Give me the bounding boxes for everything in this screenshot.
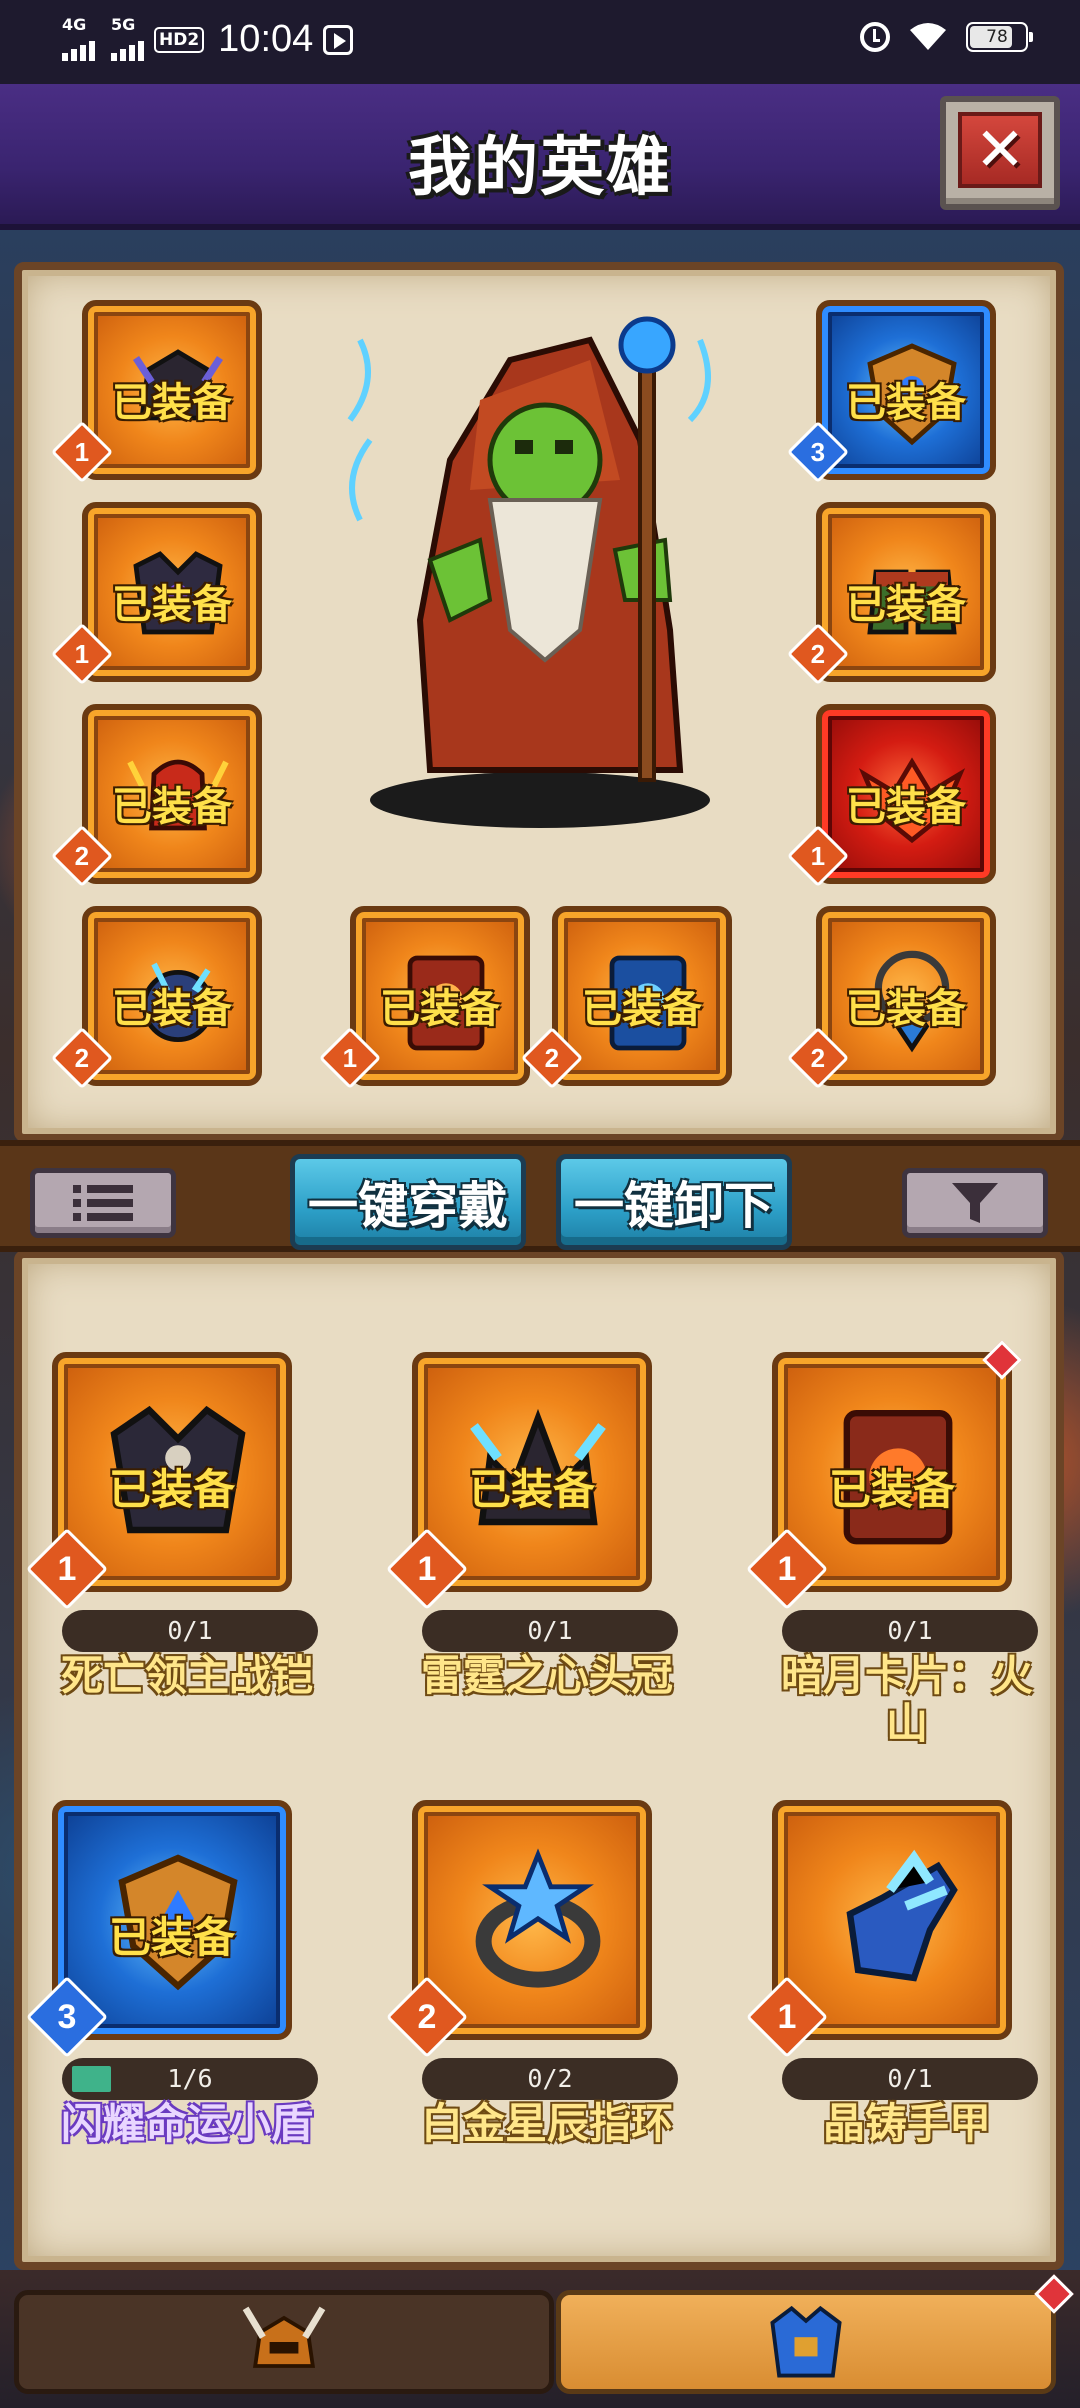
signal-4g-icon: 4G: [62, 15, 95, 61]
wifi-icon: [908, 22, 948, 52]
platinum-star-ring-icon: [458, 1842, 618, 2002]
filter-icon: [952, 1183, 998, 1223]
level-value: 1: [810, 840, 826, 871]
signal-5g-label: 5G: [111, 14, 136, 34]
equipped-label: 已装备: [846, 380, 966, 426]
level-value: 1: [74, 638, 90, 669]
count-value: 0/1: [887, 2064, 933, 2093]
page-title: 我的英雄: [408, 131, 672, 205]
equipped-label: 已装备: [846, 582, 966, 628]
level-value: 1: [57, 1549, 77, 1588]
level-value: 3: [57, 1997, 77, 2036]
list-view-button[interactable]: [30, 1168, 176, 1238]
level-value: 2: [74, 840, 90, 871]
close-icon: ✕: [958, 112, 1042, 188]
equipped-label: 已装备: [828, 1465, 955, 1514]
horned-helmet-icon: [242, 2306, 326, 2368]
unequip-all-button[interactable]: 一键卸下: [556, 1154, 792, 1250]
equipped-label: 已装备: [112, 582, 232, 628]
crystal-gauntlet-icon: [818, 1842, 978, 2002]
item-count: 0/1: [62, 1610, 318, 1652]
equip-all-button[interactable]: 一键穿戴: [290, 1154, 526, 1250]
unequip-all-label: 一键卸下: [574, 1177, 774, 1235]
level-value: 1: [777, 1997, 797, 2036]
equipped-label: 已装备: [846, 784, 966, 830]
item-name: 暗月卡片：火山: [780, 1651, 1033, 1748]
progress-fill: [72, 2066, 111, 2092]
level-value: 1: [342, 1042, 358, 1073]
equipped-label: 已装备: [112, 986, 232, 1032]
status-bar: 4G 5G HD2 10:04 78: [0, 0, 1080, 84]
item-count: 0/1: [782, 2058, 1038, 2100]
filter-button[interactable]: [902, 1168, 1048, 1238]
item-card[interactable]: 1 0/1 晶铸手甲: [745, 1800, 1038, 2220]
equipped-label: 已装备: [112, 380, 232, 426]
item-card[interactable]: 已装备 1 0/1 雷霆之心头冠: [385, 1352, 678, 1772]
level-value: 1: [417, 1549, 437, 1588]
item-card[interactable]: 已装备 1 0/1 死亡领主战铠: [25, 1352, 318, 1772]
count-value: 0/1: [167, 1616, 213, 1645]
item-count: 1/6: [62, 2058, 318, 2100]
action-bar: 一键穿戴 一键卸下: [0, 1140, 1080, 1252]
level-value: 2: [74, 1042, 90, 1073]
level-value: 1: [777, 1549, 797, 1588]
hero-goblin-mage: [340, 300, 730, 840]
media-play-icon: [323, 24, 354, 55]
count-value: 0/1: [527, 1616, 573, 1645]
equipped-label: 已装备: [108, 1465, 235, 1514]
clock: 10:04: [218, 18, 314, 60]
tab-equipment[interactable]: [556, 2290, 1056, 2394]
battery-level: 78: [986, 27, 1008, 47]
count-value: 1/6: [167, 2064, 213, 2093]
item-name: 晶铸手甲: [822, 2099, 991, 2148]
item-count: 0/1: [422, 1610, 678, 1652]
header: 我的英雄 ✕: [0, 84, 1080, 230]
item-card[interactable]: 2 0/2 白金星辰指环: [385, 1800, 678, 2220]
equipped-label: 已装备: [468, 1465, 595, 1514]
battery-icon: 78: [966, 22, 1033, 52]
equip-all-label: 一键穿戴: [308, 1177, 508, 1235]
bottom-tab-bar: [0, 2270, 1080, 2408]
level-value: 2: [810, 638, 826, 669]
status-left: 4G 5G HD2 10:04: [62, 15, 354, 61]
item-name: 闪耀命运小盾: [60, 2099, 313, 2148]
alarm-icon: [860, 22, 890, 52]
hd-badge: HD2: [154, 26, 205, 53]
item-name: 白金星辰指环: [420, 2099, 673, 2148]
equipped-label: 已装备: [112, 784, 232, 830]
item-name: 死亡领主战铠: [60, 1651, 313, 1700]
close-button[interactable]: ✕: [940, 96, 1060, 210]
equipped-label: 已装备: [846, 986, 966, 1032]
signal-5g-icon: 5G: [111, 15, 144, 61]
level-value: 1: [74, 436, 90, 467]
level-value: 2: [544, 1042, 560, 1073]
list-icon: [73, 1185, 133, 1221]
count-value: 0/2: [527, 2064, 573, 2093]
signal-4g-label: 4G: [62, 14, 87, 34]
level-value: 2: [810, 1042, 826, 1073]
tab-heroes[interactable]: [14, 2290, 554, 2394]
item-card[interactable]: 已装备 3 1/6 闪耀命运小盾: [25, 1800, 318, 2220]
level-value: 3: [810, 436, 826, 467]
level-value: 2: [417, 1997, 437, 2036]
armor-icon: [770, 2305, 842, 2378]
equipped-label: 已装备: [380, 986, 500, 1032]
status-right: 78: [860, 22, 1033, 52]
item-card[interactable]: 已装备 1 0/1 暗月卡片：火山: [745, 1340, 1038, 1772]
item-count: 0/1: [782, 1610, 1038, 1652]
equipped-label: 已装备: [108, 1913, 235, 1962]
item-count: 0/2: [422, 2058, 678, 2100]
count-value: 0/1: [887, 1616, 933, 1645]
item-name: 雷霆之心头冠: [420, 1651, 673, 1700]
equipped-label: 已装备: [582, 986, 702, 1032]
